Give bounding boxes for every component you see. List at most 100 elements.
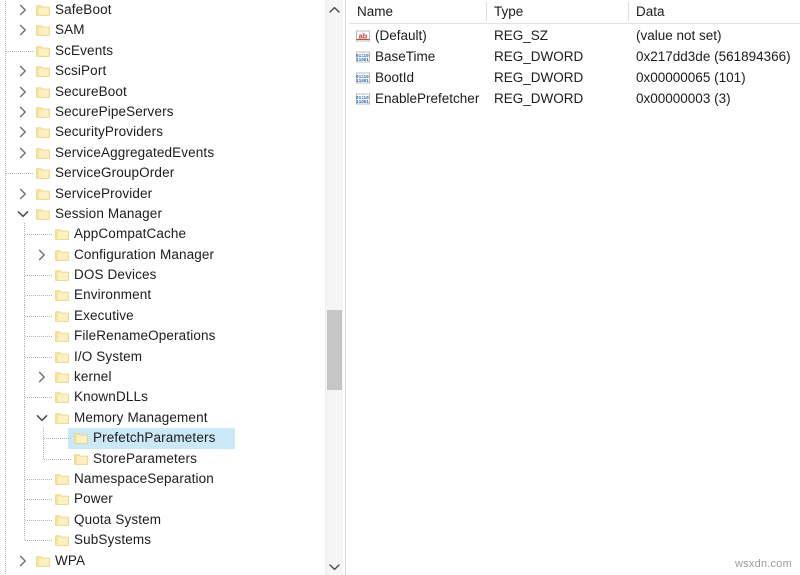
- registry-tree-pane: SafeBoot SAM ScEvents ScsiPort SecureBoot Sec…: [0, 0, 345, 575]
- chevron-down-icon[interactable]: [15, 206, 31, 222]
- tree-item-label: SAM: [55, 22, 85, 38]
- registry-values-pane: Name Type Data ab (Default) REG_SZ (value n…: [349, 0, 800, 575]
- tree-guide-elbow: [25, 499, 52, 501]
- folder-icon: [74, 452, 88, 466]
- column-divider-name-type[interactable]: [486, 2, 487, 21]
- chevron-right-icon[interactable]: [34, 247, 50, 263]
- scrollbar-down-button[interactable]: [326, 557, 343, 575]
- chevron-right-icon[interactable]: [15, 186, 31, 202]
- chevron-right-icon[interactable]: [15, 84, 31, 100]
- tree-guide-rail: [43, 447, 44, 459]
- tree-item-label: StoreParameters: [93, 450, 198, 466]
- chevron-right-icon[interactable]: [34, 369, 50, 385]
- tree-item-label: I/O System: [74, 348, 143, 364]
- value-name: BaseTime: [375, 49, 436, 64]
- folder-icon: [55, 513, 69, 527]
- tree-guide-elbow: [44, 458, 71, 460]
- column-header-name[interactable]: Name: [357, 3, 393, 21]
- tree-item-dos-devices[interactable]: DOS Devices: [0, 264, 325, 287]
- tree-item-label: Configuration Manager: [74, 246, 215, 262]
- tree-item-configuration-manager[interactable]: Configuration Manager: [0, 243, 325, 266]
- tree-item-executive[interactable]: Executive: [0, 304, 325, 327]
- chevron-down-icon[interactable]: [34, 410, 50, 426]
- tree-item-label: FileRenameOperations: [74, 328, 216, 344]
- value-row[interactable]: 011 110 10 01 EnablePrefetcher REG_DWORD 0x000…: [349, 89, 800, 110]
- tree-item-servicegrouporder[interactable]: ServiceGroupOrder: [0, 163, 325, 183]
- tree-item-i-o-system[interactable]: I/O System: [0, 345, 325, 368]
- chevron-right-icon[interactable]: [15, 104, 31, 120]
- value-row[interactable]: 011 110 10 01 BootId REG_DWORD 0x00000065 (101…: [349, 68, 800, 89]
- svg-text:01: 01: [364, 58, 370, 63]
- tree-item-securityproviders[interactable]: SecurityProviders: [0, 122, 325, 142]
- tree-item-label: NamespaceSeparation: [74, 470, 214, 486]
- tree-guide-elbow: [44, 438, 71, 440]
- chevron-right-icon[interactable]: [15, 553, 31, 569]
- column-header-data[interactable]: Data: [636, 3, 665, 21]
- chevron-right-icon[interactable]: [15, 145, 31, 161]
- tree-item-environment[interactable]: Environment: [0, 284, 325, 307]
- folder-icon: [55, 390, 69, 404]
- tree-item-scsiport[interactable]: ScsiPort: [0, 61, 325, 81]
- tree-item-storeparameters[interactable]: StoreParameters: [0, 447, 325, 470]
- value-row[interactable]: ab (Default) REG_SZ (value not set): [349, 26, 800, 47]
- tree-item-power[interactable]: Power: [0, 488, 325, 511]
- tree-item-label: Quota System: [74, 511, 162, 527]
- column-header-type[interactable]: Type: [494, 3, 523, 21]
- tree-item-label: ServiceProvider: [55, 185, 153, 201]
- folder-icon: [36, 125, 50, 139]
- folder-icon: [55, 248, 69, 262]
- scrollbar-up-button[interactable]: [326, 0, 343, 18]
- tree-item-label: ServiceAggregatedEvents: [55, 144, 215, 160]
- tree-item-serviceprovider[interactable]: ServiceProvider: [0, 184, 325, 204]
- folder-icon: [36, 44, 50, 58]
- value-name: BootId: [375, 70, 415, 85]
- tree-item-sam[interactable]: SAM: [0, 20, 325, 40]
- tree-item-label: Session Manager: [55, 205, 163, 221]
- dword-value-icon: 011 110 10 01: [355, 70, 371, 86]
- tree-item-secureboot[interactable]: SecureBoot: [0, 82, 325, 102]
- folder-icon: [36, 554, 50, 568]
- value-data: 0x00000003 (3): [636, 91, 731, 106]
- tree-item-label: kernel: [74, 369, 112, 385]
- tree-guide-elbow: [6, 173, 33, 175]
- chevron-right-icon[interactable]: [15, 2, 31, 18]
- tree-item-securepipeservers[interactable]: SecurePipeServers: [0, 102, 325, 122]
- tree-item-wpa[interactable]: WPA: [0, 551, 325, 571]
- tree-item-subsystems[interactable]: SubSystems: [0, 529, 325, 550]
- value-data: (value not set): [636, 28, 722, 43]
- tree-item-label: ScEvents: [55, 42, 114, 58]
- value-row[interactable]: 011 110 10 01 BaseTime REG_DWORD 0x217dd3de (5…: [349, 47, 800, 68]
- tree-item-serviceaggregatedevents[interactable]: ServiceAggregatedEvents: [0, 143, 325, 163]
- tree-item-label: PrefetchParameters: [93, 430, 216, 446]
- folder-icon: [55, 288, 69, 302]
- folder-icon: [36, 105, 50, 119]
- chevron-up-icon: [329, 2, 340, 17]
- registry-editor-window: SafeBoot SAM ScEvents ScsiPort SecureBoot Sec…: [0, 0, 800, 575]
- tree-item-appcompatcache[interactable]: AppCompatCache: [0, 223, 325, 246]
- tree-guide-rail: [24, 447, 25, 470]
- tree-item-session-manager[interactable]: Session Manager: [0, 204, 325, 224]
- column-divider-type-data[interactable]: [628, 2, 629, 21]
- folder-icon: [55, 472, 69, 486]
- tree-item-scevents[interactable]: ScEvents: [0, 41, 325, 61]
- chevron-right-icon[interactable]: [15, 63, 31, 79]
- tree-viewport[interactable]: SafeBoot SAM ScEvents ScsiPort SecureBoot Sec…: [0, 0, 325, 575]
- chevron-right-icon[interactable]: [15, 124, 31, 140]
- tree-item-kernel[interactable]: kernel: [0, 366, 325, 389]
- tree-item-knowndlls[interactable]: KnownDLLs: [0, 386, 325, 409]
- folder-icon: [55, 350, 69, 364]
- folder-icon: [55, 411, 69, 425]
- tree-item-prefetchparameters[interactable]: PrefetchParameters: [0, 427, 325, 450]
- tree-item-quota-system[interactable]: Quota System: [0, 508, 325, 531]
- tree-row-container: SafeBoot SAM ScEvents ScsiPort SecureBoot Sec…: [0, 0, 325, 571]
- chevron-right-icon[interactable]: [15, 22, 31, 38]
- folder-icon: [36, 23, 50, 37]
- tree-item-namespaceseparation[interactable]: NamespaceSeparation: [0, 467, 325, 490]
- tree-item-filerenameoperations[interactable]: FileRenameOperations: [0, 325, 325, 348]
- value-data: 0x217dd3de (561894366): [636, 49, 791, 64]
- tree-item-label: AppCompatCache: [74, 226, 187, 242]
- tree-vertical-scrollbar[interactable]: [325, 0, 343, 575]
- scrollbar-thumb[interactable]: [327, 310, 342, 390]
- tree-item-memory-management[interactable]: Memory Management: [0, 406, 325, 429]
- tree-item-safeboot[interactable]: SafeBoot: [0, 0, 325, 20]
